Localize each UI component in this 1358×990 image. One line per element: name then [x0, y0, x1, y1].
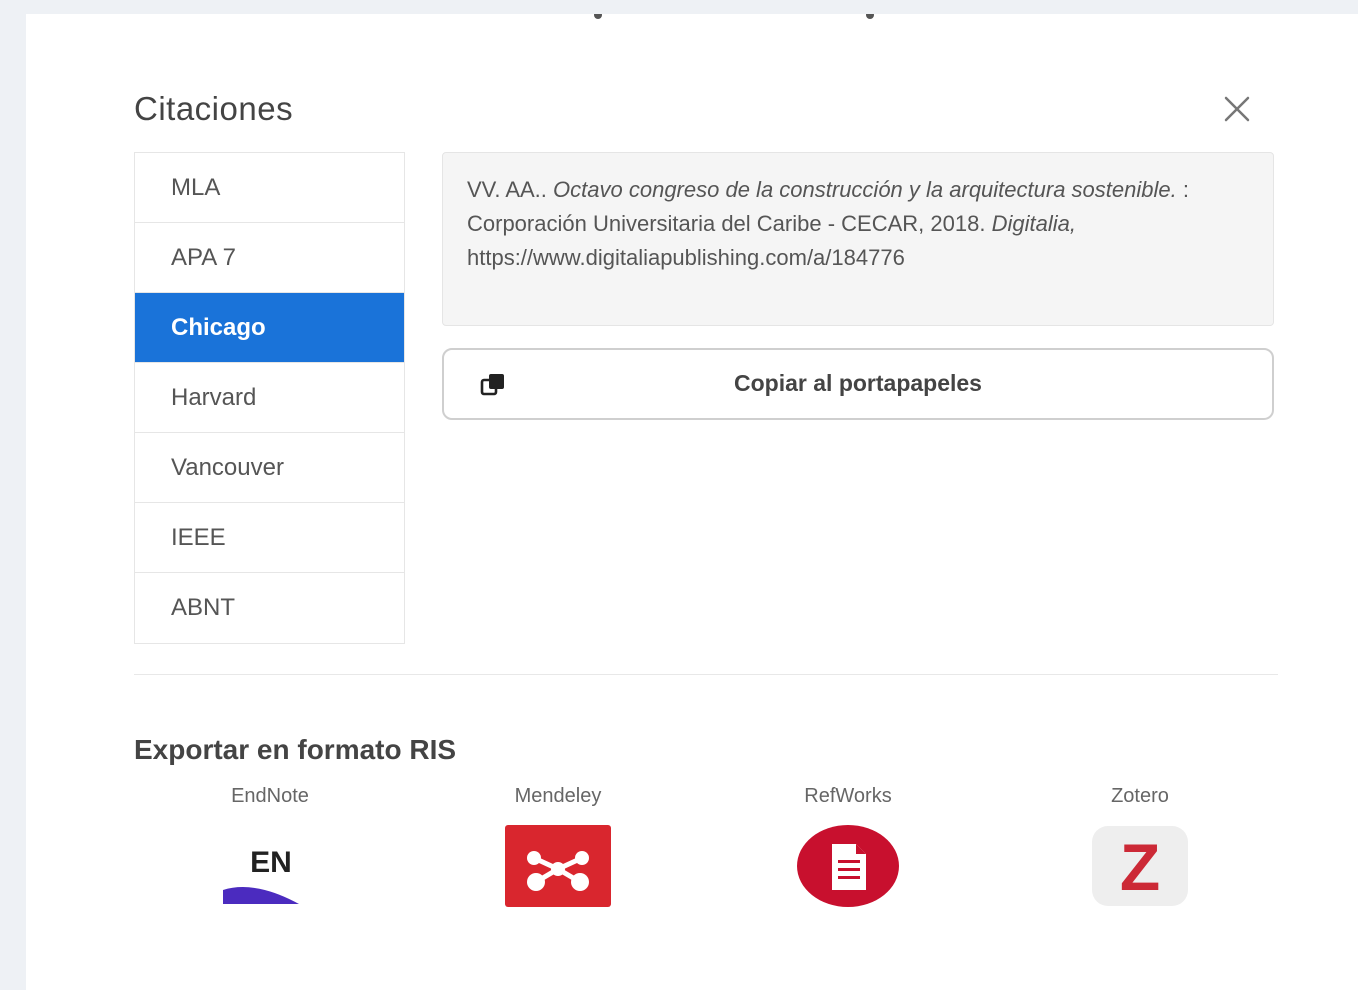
endnote-logo-text: EN	[250, 846, 292, 879]
export-endnote[interactable]: EndNote EN	[170, 784, 370, 913]
citation-platform: Digitalia,	[991, 211, 1076, 236]
style-tab-mla[interactable]: MLA	[135, 153, 404, 223]
zotero-logo-text: Z	[1120, 830, 1160, 904]
citation-text: VV. AA.. Octavo congreso de la construcc…	[442, 152, 1274, 326]
close-button[interactable]	[1220, 92, 1254, 126]
mendeley-logo-icon	[505, 825, 611, 907]
style-tab-apa7[interactable]: APA 7	[135, 223, 404, 293]
refworks-label: RefWorks	[804, 785, 892, 807]
mendeley-label: Mendeley	[514, 785, 602, 807]
citation-title: Octavo congreso de la construcción y la …	[553, 177, 1177, 202]
close-icon	[1224, 96, 1250, 122]
copy-to-clipboard-button[interactable]: Copiar al portapapeles	[442, 348, 1274, 420]
citations-modal: Citaciones MLA APA 7 Chicago Harvard Van…	[26, 14, 1358, 990]
zotero-label: Zotero	[1111, 785, 1169, 807]
endnote-logo-icon: EN	[223, 826, 317, 904]
export-refworks[interactable]: RefWorks	[748, 784, 948, 913]
export-section-title: Exportar en formato RIS	[134, 734, 457, 765]
citation-authors: VV. AA..	[467, 177, 547, 202]
section-divider	[134, 674, 1278, 675]
export-zotero[interactable]: Zotero Z	[1040, 784, 1240, 913]
citation-url: https://www.digitaliapublishing.com/a/18…	[467, 245, 905, 270]
style-tab-vancouver[interactable]: Vancouver	[135, 433, 404, 503]
style-tab-abnt[interactable]: ABNT	[135, 573, 404, 643]
style-tab-chicago[interactable]: Chicago	[135, 293, 404, 363]
export-mendeley[interactable]: Mendeley	[458, 784, 658, 913]
citation-style-list: MLA APA 7 Chicago Harvard Vancouver IEEE…	[134, 152, 405, 644]
endnote-label: EndNote	[231, 785, 309, 807]
modal-title: Citaciones	[134, 90, 294, 127]
refworks-logo-icon	[797, 825, 899, 907]
copy-button-label: Copiar al portapapeles	[734, 370, 982, 396]
style-tab-ieee[interactable]: IEEE	[135, 503, 404, 573]
truncated-heading-fragment	[566, 14, 886, 20]
zotero-logo-icon: Z	[1092, 826, 1188, 906]
style-tab-harvard[interactable]: Harvard	[135, 363, 404, 433]
